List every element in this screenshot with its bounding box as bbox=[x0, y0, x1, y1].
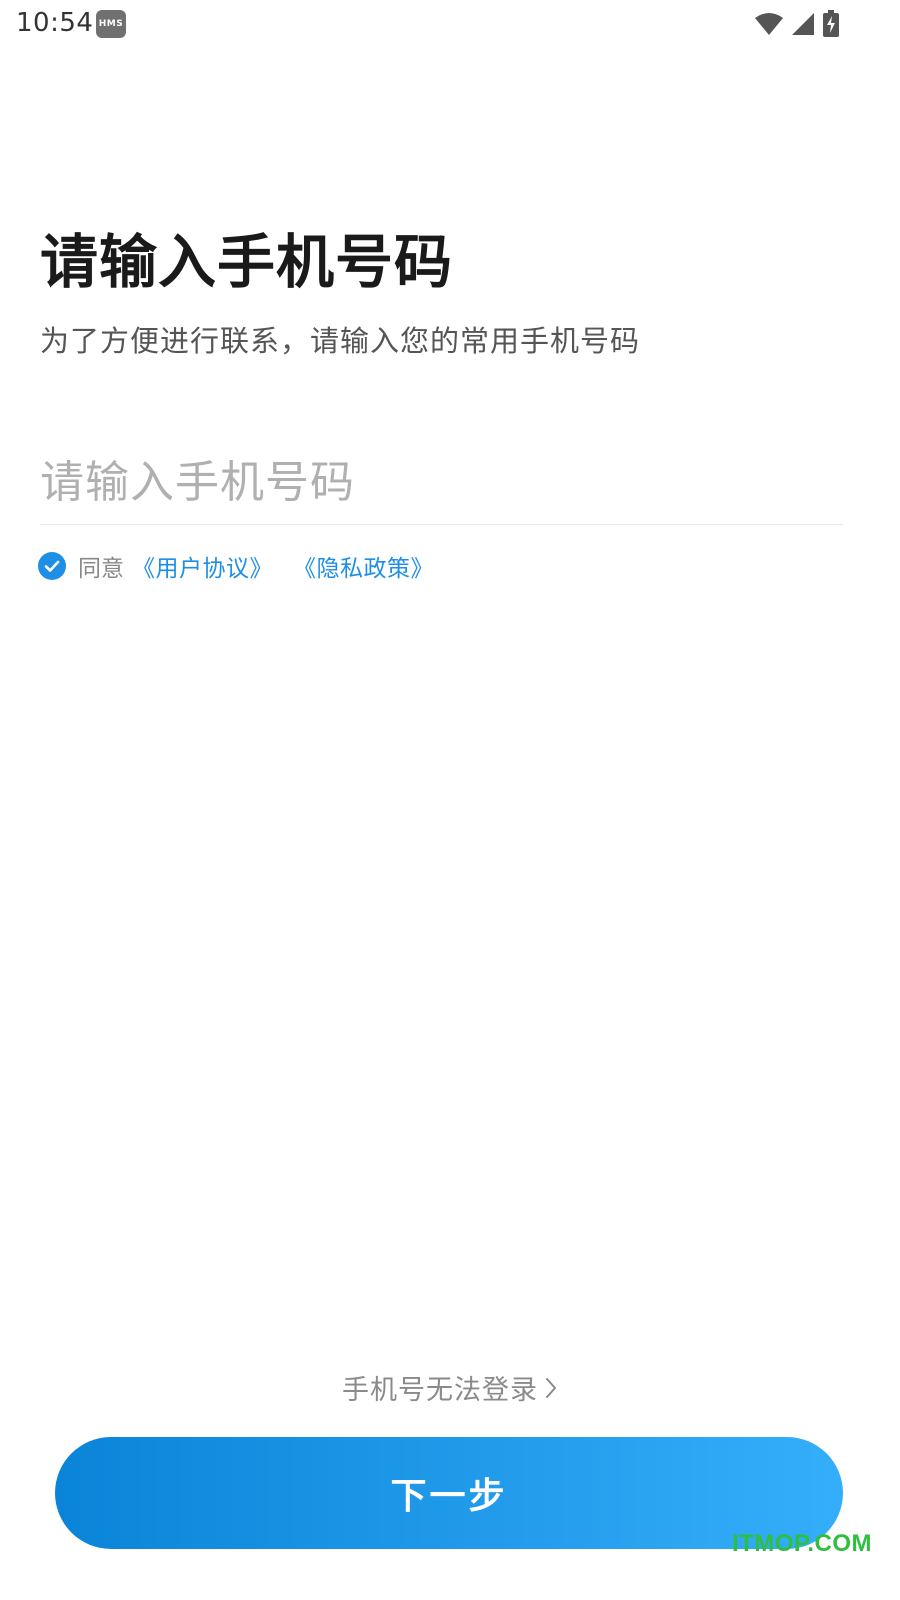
user-agreement-link[interactable]: 《用户协议》 bbox=[132, 549, 273, 583]
status-bar: 10:54 HMS bbox=[0, 0, 900, 56]
cant-login-link[interactable]: 手机号无法登录 bbox=[0, 1368, 900, 1407]
check-icon bbox=[44, 560, 60, 572]
wifi-icon bbox=[754, 12, 784, 36]
phone-number-input[interactable] bbox=[40, 440, 843, 525]
agree-label: 同意 bbox=[78, 556, 124, 582]
agreement-row: 同意 《用户协议》 《隐私政策》 bbox=[38, 548, 454, 584]
status-icons bbox=[754, 10, 840, 38]
agreement-checkbox[interactable] bbox=[38, 552, 66, 580]
status-time: 10:54 bbox=[16, 8, 94, 38]
chevron-right-icon bbox=[546, 1377, 556, 1398]
signal-icon bbox=[790, 11, 816, 37]
page-subtitle: 为了方便进行联系，请输入您的常用手机号码 bbox=[40, 324, 641, 358]
page-title: 请输入手机号码 bbox=[40, 228, 454, 296]
privacy-policy-link[interactable]: 《隐私政策》 bbox=[293, 549, 434, 583]
battery-charging-icon bbox=[822, 10, 840, 38]
hms-badge: HMS bbox=[96, 10, 126, 38]
next-step-button[interactable]: 下一步 bbox=[55, 1437, 843, 1549]
cant-login-label: 手机号无法登录 bbox=[342, 1375, 538, 1406]
watermark: ITMOP.COM bbox=[731, 1530, 872, 1557]
